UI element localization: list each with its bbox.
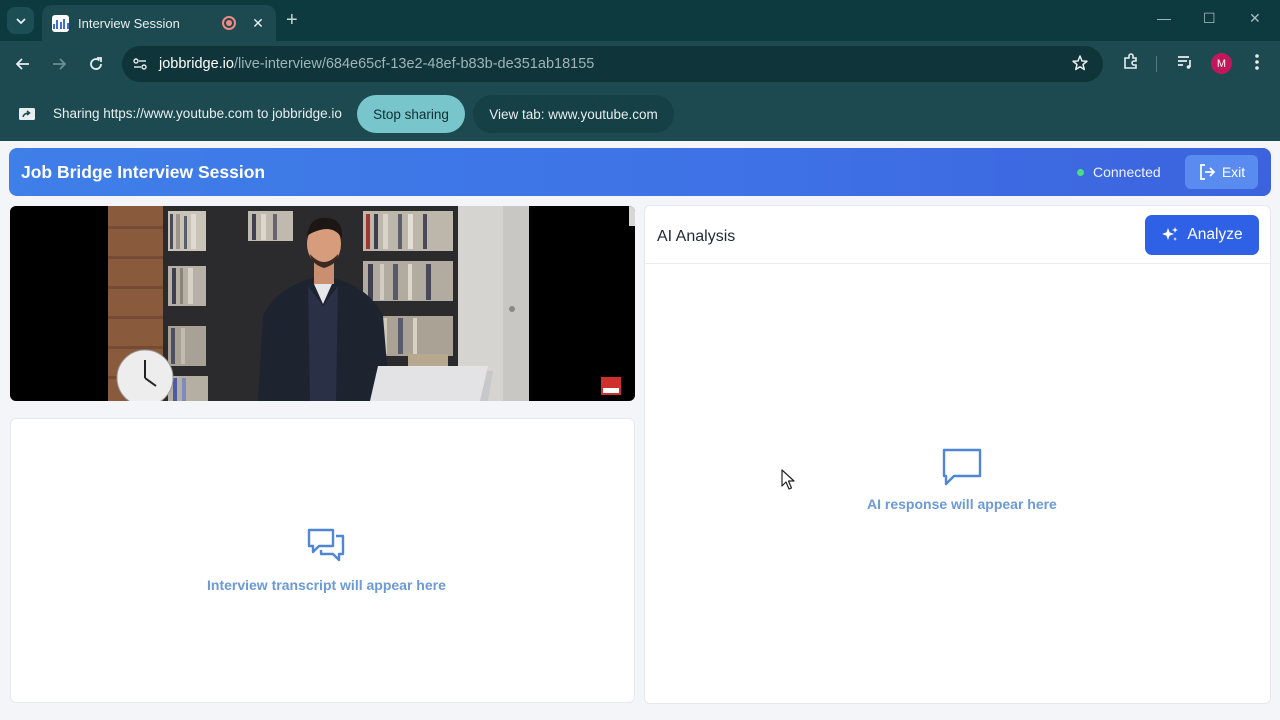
reload-icon (90, 57, 102, 70)
chat-bubbles-icon (308, 528, 345, 562)
mouse-cursor-icon (781, 469, 795, 490)
sparkles-icon (1162, 227, 1179, 241)
bookmark-star-icon[interactable] (1071, 54, 1089, 72)
recording-indicator-icon (222, 16, 236, 30)
video-frame (108, 206, 529, 401)
transcript-placeholder-text: Interview transcript will appear here (207, 577, 446, 593)
more-vertical-icon[interactable] (1249, 52, 1265, 72)
toolbar-divider (1156, 56, 1157, 72)
app-header: Job Bridge Interview Session Connected E… (9, 148, 1271, 196)
chat-bubble-icon (942, 448, 982, 486)
window-close-button[interactable]: ✕ (1249, 10, 1261, 27)
window-maximize-button[interactable]: ☐ (1203, 10, 1216, 27)
ai-placeholder-text: AI response will appear here (867, 496, 1057, 512)
browser-tabstrip: Interview Session ✕ + — ☐ ✕ (0, 0, 1280, 41)
screen-share-icon (19, 108, 35, 120)
profile-avatar[interactable]: M (1211, 53, 1232, 74)
tab-close-icon[interactable]: ✕ (250, 15, 266, 32)
tab-search-button[interactable] (7, 7, 34, 34)
screen-sharing-bar: Sharing https://www.youtube.com to jobbr… (0, 87, 1280, 141)
stop-sharing-button[interactable]: Stop sharing (357, 95, 465, 133)
ai-empty-state: AI response will appear here (867, 446, 1057, 512)
analyze-label: Analyze (1187, 226, 1243, 243)
window-minimize-button[interactable]: — (1157, 10, 1171, 26)
browser-tab-active[interactable]: Interview Session ✕ (42, 5, 276, 41)
sharing-status-text: Sharing https://www.youtube.com to jobbr… (53, 106, 342, 121)
connection-status-text: Connected (1093, 164, 1161, 180)
log-out-icon (1199, 164, 1216, 180)
connection-status-dot (1077, 169, 1084, 176)
ai-panel-title: AI Analysis (657, 228, 736, 245)
back-button[interactable] (11, 52, 35, 76)
video-scrollbar[interactable] (629, 206, 635, 226)
reload-button[interactable] (84, 52, 108, 76)
arrow-right-icon (53, 58, 67, 70)
transcript-empty-state: Interview transcript will appear here (207, 525, 446, 593)
video-scene-image (108, 206, 529, 401)
view-shared-tab-button[interactable]: View tab: www.youtube.com (473, 95, 674, 133)
transcript-panel: Interview transcript will appear here (10, 418, 635, 703)
browser-toolbar: jobbridge.io/live-interview/684e65cf-13e… (0, 41, 1280, 87)
tab-title: Interview Session (78, 15, 180, 31)
media-controls-icon[interactable] (1175, 52, 1195, 72)
channel-watermark-logo (601, 377, 621, 395)
tab-favicon-icon (52, 14, 69, 32)
page-title: Job Bridge Interview Session (21, 162, 266, 182)
site-settings-icon[interactable] (132, 56, 148, 72)
analyze-button[interactable]: Analyze (1145, 215, 1259, 255)
url-path: /live-interview/684e65cf-13e2-48ef-b83b-… (233, 56, 595, 72)
arrow-left-icon (15, 58, 29, 70)
forward-button[interactable] (47, 52, 71, 76)
url-host: jobbridge.io (159, 56, 234, 72)
chevron-down-icon (15, 17, 26, 24)
exit-button[interactable]: Exit (1185, 155, 1258, 189)
address-bar[interactable]: jobbridge.io/live-interview/684e65cf-13e… (122, 46, 1103, 82)
shared-video-preview (10, 206, 635, 401)
exit-label: Exit (1221, 164, 1246, 180)
new-tab-button[interactable]: + (286, 9, 298, 32)
extensions-puzzle-icon[interactable] (1121, 52, 1141, 72)
ai-panel-header: AI Analysis Analyze (645, 206, 1270, 264)
ai-analysis-panel: AI Analysis Analyze AI response will app… (644, 205, 1271, 704)
